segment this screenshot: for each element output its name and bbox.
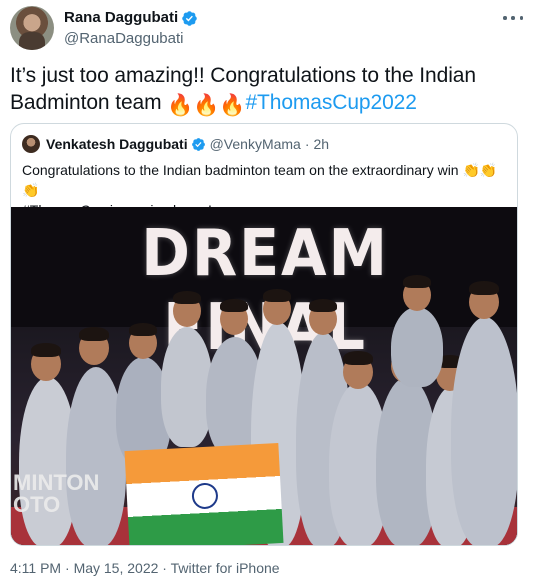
quoted-display-name: Venkatesh Daggubati <box>46 136 188 152</box>
quoted-avatar <box>22 135 40 153</box>
tweet-text-line1: It’s just too amazing!! Congratulations … <box>10 64 476 87</box>
footer-separator: · <box>162 560 167 576</box>
author-avatar[interactable] <box>10 6 54 50</box>
tweet-date[interactable]: May 15, 2022 <box>74 560 159 576</box>
verified-badge-icon <box>182 10 197 26</box>
footer-separator: · <box>65 560 70 576</box>
more-options-icon[interactable] <box>503 10 523 26</box>
fire-emoji-icon: 🔥🔥🔥 <box>167 94 246 117</box>
tweet-footer: 4:11 PM · May 15, 2022 · Twitter for iPh… <box>10 559 280 577</box>
tweet-text: It’s just too amazing!! Congratulations … <box>10 62 520 119</box>
hashtag-link[interactable]: #ThomasCup2022 <box>245 91 416 114</box>
quoted-handle: @VenkyMama <box>209 136 301 152</box>
verified-badge-icon <box>191 137 205 151</box>
photo-watermark: MINTON OTO <box>13 470 100 517</box>
quoted-header: Venkatesh Daggubati @VenkyMama · 2h <box>22 134 329 154</box>
author-handle[interactable]: @RanaDaggubati <box>64 29 183 49</box>
quoted-separator: · <box>304 136 310 152</box>
tweet-time[interactable]: 4:11 PM <box>10 560 61 576</box>
tweet-text-line2: Badminton team <box>10 91 162 114</box>
quoted-text-line1: Congratulations to the Indian badminton … <box>22 162 459 178</box>
tweet-header: Rana Daggubati @RanaDaggubati <box>10 6 523 50</box>
quoted-tweet[interactable]: Venkatesh Daggubati @VenkyMama · 2h Cong… <box>10 123 518 546</box>
author-name-row: Rana Daggubati <box>64 8 198 28</box>
tweet-source[interactable]: Twitter for iPhone <box>171 560 280 576</box>
author-display-name[interactable]: Rana Daggubati <box>64 8 178 28</box>
tweet-card: Rana Daggubati @RanaDaggubati It’s just … <box>0 0 533 580</box>
quoted-photo[interactable]: DREAM FINAL MINTON OTO <box>11 207 517 545</box>
india-flag <box>124 443 284 545</box>
quoted-time: 2h <box>313 136 330 152</box>
